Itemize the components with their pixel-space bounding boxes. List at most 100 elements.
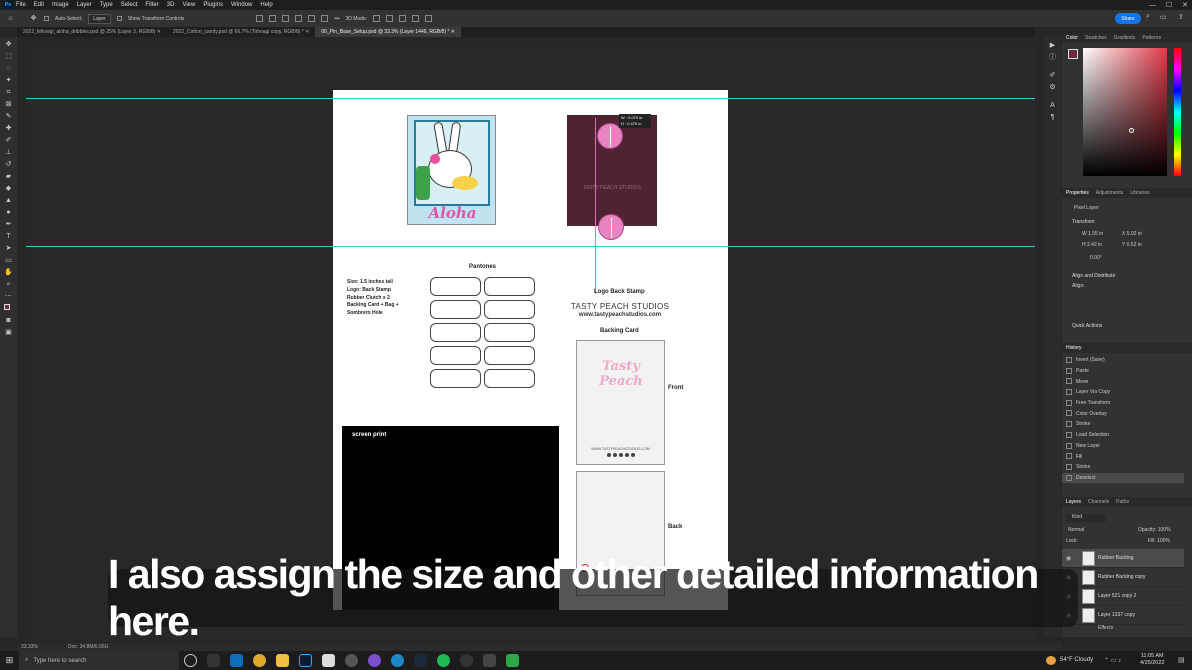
- tab-adjustments[interactable]: Adjustments: [1096, 190, 1124, 196]
- tab-pin-base-setup[interactable]: 00_Pin_Base_Setup.psd @ 33.3% (Layer 144…: [315, 27, 461, 37]
- weather-text[interactable]: 54°F Cloudy: [1060, 657, 1093, 663]
- zoom-level[interactable]: 33.33%: [21, 644, 38, 650]
- edge-icon[interactable]: [391, 654, 404, 667]
- photoshop-taskbar-icon[interactable]: [299, 654, 312, 667]
- guide-line-top[interactable]: [26, 98, 1035, 99]
- notification-icon[interactable]: ▤: [1178, 656, 1185, 664]
- character-icon[interactable]: A: [1048, 101, 1057, 110]
- pen-tool-icon[interactable]: ✒: [4, 220, 13, 229]
- info-icon[interactable]: ⓘ: [1048, 53, 1057, 62]
- layer-row-selected[interactable]: ◉ Rubber Backing: [1062, 549, 1184, 568]
- blend-mode-dropdown[interactable]: Normal: [1066, 527, 1126, 535]
- app-icon[interactable]: [368, 654, 381, 667]
- history-item[interactable]: Layer Via Copy: [1062, 387, 1184, 398]
- zoom-tool-icon[interactable]: ⌕: [4, 280, 13, 289]
- layer-select-dropdown[interactable]: Layer: [88, 13, 111, 24]
- clock[interactable]: 11:05 AM 4/25/2022: [1140, 653, 1164, 667]
- layer-row[interactable]: ◉Layer 1337 copy: [1062, 606, 1184, 625]
- frame-tool-icon[interactable]: ⊠: [4, 100, 13, 109]
- transform-controls-checkbox[interactable]: [116, 16, 122, 21]
- tab-history[interactable]: History: [1066, 345, 1082, 351]
- stamp-tool-icon[interactable]: ⊥: [4, 148, 13, 157]
- tab-color[interactable]: Color: [1066, 35, 1078, 41]
- 3d-slide-icon[interactable]: [412, 15, 420, 22]
- blur-tool-icon[interactable]: ▲: [4, 196, 13, 205]
- layer-row[interactable]: ◉Layer 521 copy 2: [1062, 587, 1184, 606]
- foreground-swatch[interactable]: [1068, 49, 1078, 59]
- close-icon[interactable]: ✕: [1182, 1, 1188, 9]
- 3d-rotate-icon[interactable]: [373, 15, 381, 22]
- 3d-scale-icon[interactable]: [425, 15, 433, 22]
- file-explorer-icon[interactable]: [276, 654, 289, 667]
- hue-slider[interactable]: [1174, 48, 1181, 176]
- guide-line-bottom[interactable]: [26, 246, 1035, 247]
- app-icon[interactable]: [483, 654, 496, 667]
- pantone-swatch-box[interactable]: [430, 323, 481, 342]
- windows-start-icon[interactable]: ⊞: [0, 651, 19, 670]
- history-item[interactable]: Move: [1062, 376, 1184, 387]
- app-icon[interactable]: [506, 654, 519, 667]
- tab-libraries[interactable]: Libraries: [1130, 190, 1149, 196]
- menu-select[interactable]: Select: [121, 2, 138, 8]
- history-brush-icon[interactable]: ↺: [4, 160, 13, 169]
- pantone-swatch-box[interactable]: [484, 323, 535, 342]
- color-picker-handle[interactable]: [1129, 128, 1134, 133]
- spotify-icon[interactable]: [437, 654, 450, 667]
- eyedropper-icon[interactable]: ✎: [4, 112, 13, 121]
- quick-mask-icon[interactable]: ◙: [4, 316, 13, 325]
- shape-tool-icon[interactable]: ▭: [4, 256, 13, 265]
- foreground-color[interactable]: [4, 304, 10, 310]
- outlook-icon[interactable]: [230, 654, 243, 667]
- maximize-icon[interactable]: ☐: [1166, 1, 1172, 9]
- align-left-icon[interactable]: [256, 15, 264, 22]
- tab-layers[interactable]: Layers: [1066, 499, 1081, 505]
- menu-help[interactable]: Help: [260, 2, 272, 8]
- history-item[interactable]: Stroke: [1062, 462, 1184, 473]
- app-icon[interactable]: [322, 654, 335, 667]
- history-item[interactable]: New Layer: [1062, 441, 1184, 452]
- align-top-icon[interactable]: [295, 15, 303, 22]
- cortana-icon[interactable]: [184, 654, 197, 667]
- app-icon[interactable]: [460, 654, 473, 667]
- x-field[interactable]: X 5.02 in: [1122, 231, 1142, 237]
- align-center-icon[interactable]: [269, 15, 277, 22]
- pantone-swatch-box[interactable]: [430, 277, 481, 296]
- menu-type[interactable]: Type: [100, 2, 113, 8]
- align-bottom-icon[interactable]: [321, 15, 329, 22]
- screen-mode-icon[interactable]: ▣: [4, 328, 13, 337]
- paragraph-icon[interactable]: ¶: [1048, 113, 1057, 122]
- move-tool-icon[interactable]: ✥: [4, 40, 13, 49]
- rubber-clutch-bottom[interactable]: [598, 214, 624, 240]
- menu-edit[interactable]: Edit: [34, 2, 44, 8]
- menu-window[interactable]: Window: [231, 2, 252, 8]
- fill-field[interactable]: Fill: 100%: [1148, 538, 1170, 544]
- more-options-icon[interactable]: •••: [334, 16, 339, 22]
- tab-swatches[interactable]: Swatches: [1085, 35, 1107, 41]
- search-icon[interactable]: ⌕: [1146, 13, 1150, 21]
- workspace-icon[interactable]: ▭: [1160, 13, 1167, 21]
- angle-field[interactable]: 0.00°: [1090, 255, 1102, 261]
- tab-cotton-candy[interactable]: 2022_Cotton_candy.psd @ 66.7% (Tohoagi c…: [167, 27, 315, 37]
- history-item[interactable]: Free Transform: [1062, 398, 1184, 409]
- menu-file[interactable]: File: [16, 2, 26, 8]
- pantone-swatch-box[interactable]: [430, 346, 481, 365]
- dodge-tool-icon[interactable]: ●: [4, 208, 13, 217]
- menu-view[interactable]: View: [182, 2, 195, 8]
- pantone-swatch-box[interactable]: [430, 300, 481, 319]
- play-icon[interactable]: ▶: [1048, 41, 1057, 50]
- 3d-pan-icon[interactable]: [399, 15, 407, 22]
- history-item[interactable]: Color Overlay: [1062, 408, 1184, 419]
- history-item[interactable]: Fill: [1062, 451, 1184, 462]
- pantone-swatch-box[interactable]: [484, 300, 535, 319]
- layer-row[interactable]: ◉Rubber Backing copy: [1062, 568, 1184, 587]
- tab-gradients[interactable]: Gradients: [1114, 35, 1136, 41]
- menu-image[interactable]: Image: [52, 2, 69, 8]
- tab-paths[interactable]: Paths: [1116, 499, 1129, 505]
- history-item-current[interactable]: Deselect: [1062, 472, 1184, 484]
- y-field[interactable]: Y 0.52 in: [1122, 242, 1142, 248]
- menu-layer[interactable]: Layer: [77, 2, 92, 8]
- more-tools-icon[interactable]: ⋯: [4, 292, 13, 301]
- lasso-tool-icon[interactable]: ◌: [4, 64, 13, 73]
- width-field[interactable]: W 1.55 in: [1082, 231, 1103, 237]
- history-item[interactable]: Stroke: [1062, 419, 1184, 430]
